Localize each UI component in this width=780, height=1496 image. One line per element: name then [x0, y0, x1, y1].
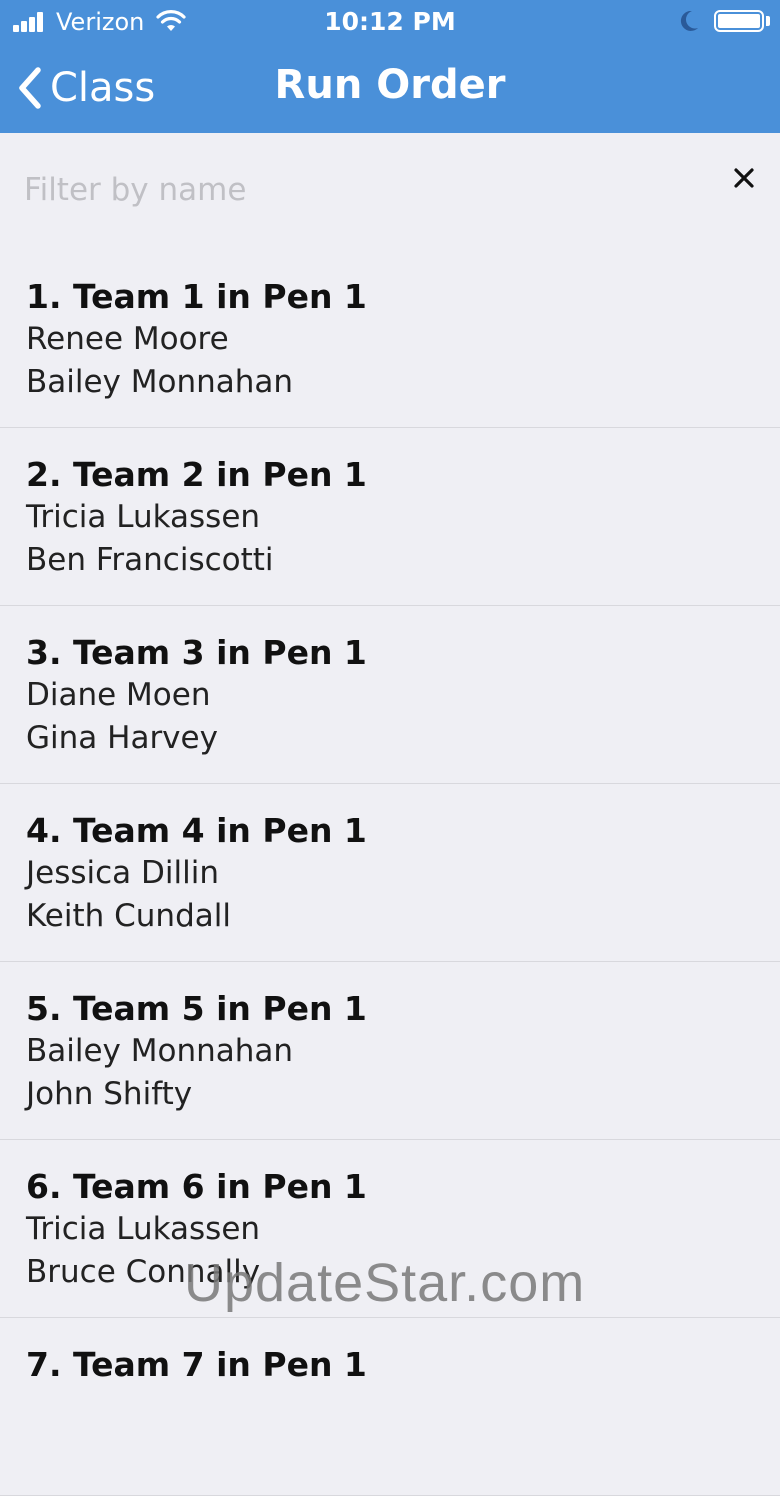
do-not-disturb-icon	[680, 10, 698, 31]
team-title: 4. Team 4 in Pen 1	[26, 811, 367, 850]
team-title: 7. Team 7 in Pen 1	[26, 1345, 367, 1384]
list-item[interactable]: 6. Team 6 in Pen 1 Tricia Lukassen Bruce…	[0, 1140, 780, 1318]
list-item[interactable]: 2. Team 2 in Pen 1 Tricia Lukassen Ben F…	[0, 428, 780, 606]
battery-icon	[714, 10, 764, 32]
battery-tip	[766, 16, 770, 26]
list-item[interactable]: 1. Team 1 in Pen 1 Renee Moore Bailey Mo…	[0, 250, 780, 428]
team-member: Ben Franciscotti	[26, 542, 274, 578]
team-title: 2. Team 2 in Pen 1	[26, 455, 367, 494]
team-member: Diane Moen	[26, 677, 211, 713]
team-member: Tricia Lukassen	[26, 499, 261, 535]
team-member: Jessica Dillin	[26, 855, 219, 891]
team-member: Gina Harvey	[26, 720, 218, 756]
filter-bar	[0, 133, 780, 245]
team-member: Keith Cundall	[26, 898, 231, 934]
back-button-label: Class	[50, 65, 156, 111]
back-button[interactable]: Class	[16, 60, 155, 116]
team-title: 5. Team 5 in Pen 1	[26, 989, 367, 1028]
status-bar: Verizon 10:12 PM	[0, 0, 780, 44]
clock: 10:12 PM	[324, 7, 456, 36]
navigation-bar: Verizon 10:12 PM Class Run Order	[0, 0, 780, 133]
team-title: 1. Team 1 in Pen 1	[26, 277, 367, 316]
team-member: Bailey Monnahan	[26, 364, 294, 400]
run-order-list: 1. Team 1 in Pen 1 Renee Moore Bailey Mo…	[0, 250, 780, 1496]
clear-filter-button[interactable]	[724, 158, 764, 198]
team-member: Bailey Monnahan	[26, 1033, 294, 1069]
list-item[interactable]: 4. Team 4 in Pen 1 Jessica Dillin Keith …	[0, 784, 780, 962]
filter-input[interactable]	[22, 161, 706, 219]
team-member: Bruce Connally	[26, 1254, 261, 1290]
close-icon	[734, 168, 754, 188]
team-member: Tricia Lukassen	[26, 1211, 261, 1247]
chevron-left-icon	[19, 67, 41, 109]
team-member: Renee Moore	[26, 321, 229, 357]
list-item[interactable]: 5. Team 5 in Pen 1 Bailey Monnahan John …	[0, 962, 780, 1140]
list-item[interactable]: 7. Team 7 in Pen 1	[0, 1318, 780, 1496]
team-title: 3. Team 3 in Pen 1	[26, 633, 367, 672]
team-member: John Shifty	[26, 1076, 193, 1112]
list-item[interactable]: 3. Team 3 in Pen 1 Diane Moen Gina Harve…	[0, 606, 780, 784]
team-title: 6. Team 6 in Pen 1	[26, 1167, 367, 1206]
